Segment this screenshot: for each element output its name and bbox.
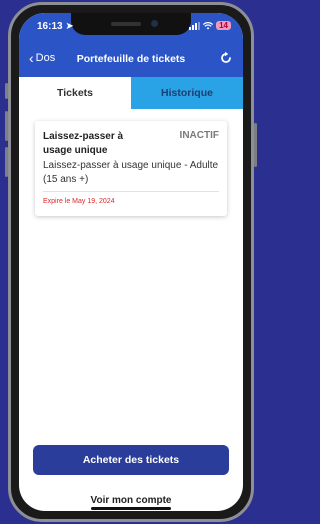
status-time-text: 16:13 <box>37 21 63 32</box>
camera <box>151 20 158 27</box>
status-time: 16:13 ➤ <box>37 21 74 32</box>
phone-frame: 16:13 ➤ 14 ‹ Dos Portefeuille de tickets <box>5 2 257 522</box>
tab-history-label: Historique <box>161 87 213 99</box>
page-title: Portefeuille de tickets <box>76 53 186 65</box>
tab-tickets-label: Tickets <box>57 87 93 99</box>
tab-bar: Tickets Historique <box>19 77 243 109</box>
view-account-link[interactable]: Voir mon compte <box>19 495 243 506</box>
location-arrow-icon: ➤ <box>65 21 74 32</box>
power-button <box>254 123 257 167</box>
refresh-icon[interactable] <box>219 51 233 65</box>
buy-tickets-label: Acheter des tickets <box>82 454 180 466</box>
signal-bars-icon <box>189 21 201 30</box>
notch <box>71 13 191 35</box>
ticket-status-badge: INACTIF <box>179 130 219 141</box>
card-divider <box>43 191 219 192</box>
speaker <box>111 22 141 26</box>
app-screen: 16:13 ➤ 14 ‹ Dos Portefeuille de tickets <box>19 13 243 511</box>
ticket-expiry: Expire le May 19, 2024 <box>43 198 115 205</box>
volume-down-button <box>5 147 8 177</box>
buy-tickets-button[interactable]: Acheter des tickets <box>33 445 229 475</box>
status-indicators: 14 <box>189 21 231 30</box>
volume-up-button <box>5 111 8 141</box>
tab-tickets[interactable]: Tickets <box>19 77 131 109</box>
wifi-icon <box>203 21 214 29</box>
ticket-card[interactable]: Laissez-passer à usage unique INACTIF La… <box>35 121 227 216</box>
battery-icon: 14 <box>216 21 231 30</box>
header-bar: 16:13 ➤ 14 ‹ Dos Portefeuille de tickets <box>19 13 243 77</box>
tab-history[interactable]: Historique <box>131 77 243 109</box>
home-indicator <box>91 507 171 510</box>
silent-switch <box>5 83 8 99</box>
ticket-description: Laissez-passer à usage unique - Adulte (… <box>43 160 219 185</box>
ticket-title: Laissez-passer à usage unique <box>43 131 124 156</box>
